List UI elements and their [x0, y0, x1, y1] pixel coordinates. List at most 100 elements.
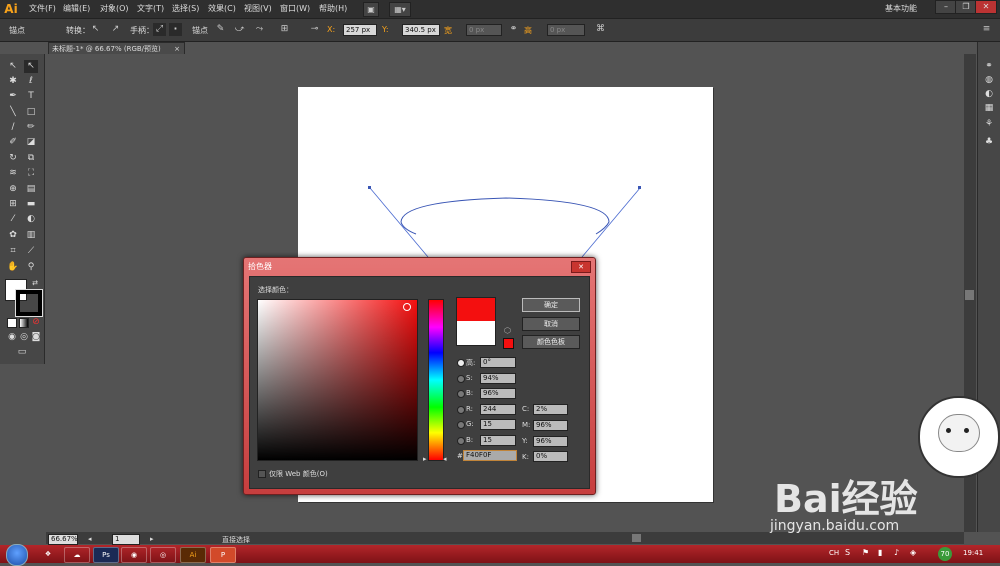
gamut-warning-swatch[interactable] [503, 338, 514, 349]
taskbar-ps-button[interactable]: Ps [93, 547, 119, 563]
eraser-tool-icon[interactable]: ◪ [24, 136, 38, 149]
menu-effect[interactable]: 效果(C) [208, 3, 236, 14]
blob-brush-tool-icon[interactable]: ✐ [6, 136, 20, 149]
menu-select[interactable]: 选择(S) [172, 3, 199, 14]
direct-selection-tool-icon[interactable]: ↖ [24, 60, 38, 73]
selection-tool-icon[interactable]: ↖ [6, 60, 20, 73]
column-graph-tool-icon[interactable]: ▥ [24, 229, 38, 242]
battery-indicator[interactable]: 70 [938, 547, 952, 561]
panel-menu-icon[interactable]: ≡ [980, 23, 993, 36]
rectangle-tool-icon[interactable]: □ [24, 106, 38, 119]
transform-icon[interactable]: ⌘ [594, 23, 607, 36]
hue-slider[interactable] [428, 299, 444, 461]
menu-view[interactable]: 视图(V) [244, 3, 272, 14]
magenta-field[interactable]: 96% [533, 420, 568, 431]
dialog-close-button[interactable]: ✕ [571, 261, 591, 273]
artboard-tool-icon[interactable]: ⌗ [6, 245, 20, 258]
blend-tool-icon[interactable]: ◐ [24, 213, 38, 226]
eyedropper-tool-icon[interactable]: ⁄ [6, 213, 20, 226]
color-mode-icon[interactable] [7, 318, 17, 328]
close-window-button[interactable]: ✕ [975, 0, 997, 14]
red-radio[interactable] [457, 406, 465, 414]
menu-edit[interactable]: 编辑(E) [63, 3, 90, 14]
blue-radio[interactable] [457, 437, 465, 445]
shape-builder-tool-icon[interactable]: ⊕ [6, 183, 20, 196]
tray-app-icon[interactable]: ◈ [910, 548, 916, 557]
draw-inside-icon[interactable]: ◙ [29, 331, 43, 344]
appearance-icon[interactable]: ⚭ [982, 60, 996, 72]
mesh-tool-icon[interactable]: ⊞ [6, 198, 20, 211]
original-color-swatch[interactable] [456, 321, 496, 346]
hue-field[interactable]: 0° [480, 357, 516, 368]
brushes-icon[interactable]: ⚘ [982, 118, 996, 130]
hand-tool-icon[interactable]: ✋ [6, 261, 20, 274]
type-tool-icon[interactable]: T [24, 90, 38, 103]
brightness-field[interactable]: 96% [480, 388, 516, 399]
tray-network-icon[interactable]: ▮ [878, 548, 882, 557]
zoom-tool-icon[interactable]: ⚲ [24, 261, 38, 274]
height-field[interactable]: 0 px [547, 24, 585, 36]
red-field[interactable]: 244 [480, 404, 516, 415]
rotate-tool-icon[interactable]: ↻ [6, 152, 20, 165]
line-tool-icon[interactable]: ╲ [6, 106, 20, 119]
y-field[interactable]: 340.5 px [402, 24, 440, 36]
workspace-switcher[interactable]: 基本功能 [885, 3, 917, 14]
tray-volume-icon[interactable]: ♪ [894, 548, 899, 557]
free-transform-tool-icon[interactable]: ⛶ [24, 167, 38, 180]
pencil-tool-icon[interactable]: ✏ [24, 121, 38, 134]
screen-mode-icon[interactable]: ▭ [15, 346, 29, 359]
stroke-swatch[interactable] [15, 289, 43, 317]
black-field[interactable]: 0% [533, 451, 568, 462]
gradient-mode-icon[interactable] [19, 318, 29, 328]
zoom-field[interactable]: 66.67% [48, 534, 78, 545]
next-artboard-icon[interactable]: ▸ [150, 535, 154, 543]
color-guide-icon[interactable]: ◐ [982, 88, 996, 100]
show-handles-icon[interactable]: ⤢ [153, 23, 166, 36]
width-tool-icon[interactable]: ≋ [6, 167, 20, 180]
hide-handles-icon[interactable]: ⬝ [169, 23, 182, 36]
convert-smooth-icon[interactable]: ↗ [109, 23, 122, 36]
prev-artboard-icon[interactable]: ◂ [88, 535, 92, 543]
hue-slider-right-arrow[interactable]: ◂ [443, 455, 447, 463]
minimize-button[interactable]: – [935, 0, 957, 14]
saturation-field[interactable]: 94% [480, 373, 516, 384]
taskbar-ai-button[interactable]: Ai [180, 547, 206, 563]
isolate-icon[interactable]: ⊞ [278, 23, 291, 36]
ok-button[interactable]: 确定 [522, 298, 580, 312]
align-anchor-icon[interactable]: ⊸ [308, 23, 321, 36]
gradient-tool-icon[interactable]: ▬ [24, 198, 38, 211]
constrain-proportions-icon[interactable]: ⚭ [507, 23, 520, 36]
x-field[interactable]: 257 px [343, 24, 377, 36]
menu-object[interactable]: 对象(O) [100, 3, 129, 14]
artboard-number-field[interactable]: 1 [112, 534, 140, 545]
width-field[interactable]: 0 px [466, 24, 502, 36]
green-radio[interactable] [457, 421, 465, 429]
yellow-field[interactable]: 96% [533, 436, 568, 447]
hue-slider-left-arrow[interactable]: ▸ [423, 455, 427, 463]
cyan-field[interactable]: 2% [533, 404, 568, 415]
cancel-button[interactable]: 取消 [522, 317, 580, 331]
arrange-documents-icon[interactable]: ▦▾ [389, 2, 411, 17]
green-field[interactable]: 15 [480, 419, 516, 430]
saturation-brightness-field[interactable] [257, 299, 418, 461]
menu-file[interactable]: 文件(F) [29, 3, 56, 14]
scale-tool-icon[interactable]: ⧉ [24, 152, 38, 165]
swatches-icon[interactable]: ▦ [982, 102, 996, 114]
menu-type[interactable]: 文字(T) [137, 3, 164, 14]
symbol-sprayer-tool-icon[interactable]: ✿ [6, 229, 20, 242]
magic-wand-tool-icon[interactable]: ✱ [6, 75, 20, 88]
taskbar-ppt-button[interactable]: P [210, 547, 236, 563]
menu-help[interactable]: 帮助(H) [319, 3, 347, 14]
web-colors-only-checkbox[interactable] [258, 470, 266, 478]
ime-icon[interactable]: S [845, 548, 850, 557]
current-tool-status[interactable]: 直接选择 [222, 535, 250, 545]
menu-window[interactable]: 窗口(W) [280, 3, 310, 14]
blue-field[interactable]: 15 [480, 435, 516, 446]
hex-field[interactable]: F40F0F [463, 450, 517, 461]
restore-button[interactable]: ❐ [955, 0, 977, 14]
input-language[interactable]: CH [829, 549, 839, 557]
slice-tool-icon[interactable]: ⟋ [24, 245, 38, 258]
out-of-web-gamut-icon[interactable]: ⬡ [504, 326, 511, 335]
taskbar-chat-icon[interactable]: ☁ [64, 547, 90, 563]
taskbar-chrome-icon[interactable]: ◎ [150, 547, 176, 563]
